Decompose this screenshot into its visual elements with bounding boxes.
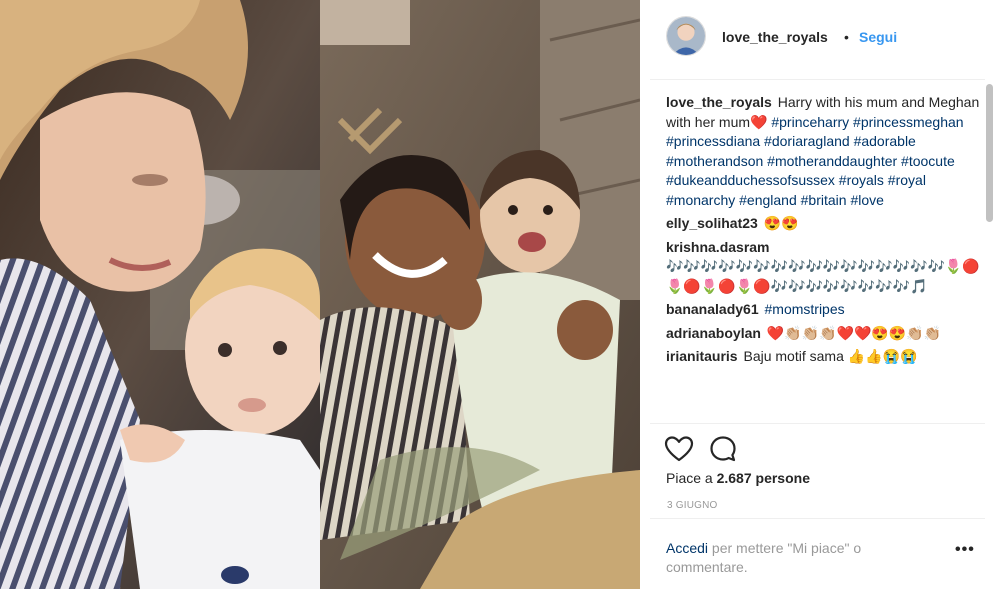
post-actions <box>650 423 985 473</box>
photo-diana-harry-image <box>0 0 320 589</box>
photo-diana-harry <box>0 0 320 589</box>
list-item: bananalady61 #momstripes <box>666 300 986 320</box>
photo-doria-meghan <box>320 0 640 589</box>
post-media[interactable] <box>0 0 640 589</box>
comments-scrollbar[interactable] <box>986 82 993 422</box>
login-prompt-text: Accedi per mettere "Mi piace" o commenta… <box>666 539 926 577</box>
comment-username[interactable]: adrianaboylan <box>666 325 761 341</box>
post-header: love_the_royals • Segui <box>650 0 985 80</box>
caption-username[interactable]: love_the_royals <box>666 94 772 110</box>
likes-count[interactable]: Piace a 2.687 persone <box>666 470 810 486</box>
login-prompt: Accedi per mettere "Mi piace" o commenta… <box>650 518 985 589</box>
scrollbar-thumb[interactable] <box>986 84 993 222</box>
likes-number[interactable]: 2.687 persone <box>717 470 810 486</box>
comments-list[interactable]: love_the_royals Harry with his mum and M… <box>666 93 986 423</box>
likes-label: Piace a <box>666 470 717 486</box>
comment-text: 🎶🎶🎶🎶🎶🎶🎶🎶🎶🎶🎶🎶🎶🎶🎶🎶🌷🔴🌷🔴🌷🔴🌷🔴🎶🎶🎶🎶🎶🎶🎶🎶🎵 <box>666 258 980 294</box>
follow-button[interactable]: Segui <box>859 29 897 45</box>
comment-username[interactable]: krishna.dasram <box>666 239 770 255</box>
header-separator: • <box>844 29 849 45</box>
speech-bubble-icon <box>710 436 736 462</box>
heart-outline-icon <box>664 436 694 462</box>
avatar-image <box>667 17 705 55</box>
comment-text: ❤️👏🏼👏🏼👏🏼❤️❤️😍😍👏🏼👏🏼 <box>766 324 942 341</box>
comment-username[interactable]: irianitauris <box>666 348 738 364</box>
list-item: krishna.dasram 🎶🎶🎶🎶🎶🎶🎶🎶🎶🎶🎶🎶🎶🎶🎶🎶🌷🔴🌷🔴🌷🔴🌷🔴🎶… <box>666 238 986 297</box>
post-date: 3 GIUGNO <box>667 500 718 511</box>
avatar[interactable] <box>666 16 706 56</box>
comment-username[interactable]: bananalady61 <box>666 301 759 317</box>
comment-button[interactable] <box>708 434 738 464</box>
comment-username[interactable]: elly_solihat23 <box>666 215 758 231</box>
list-item: irianitauris Baju motif sama 👍👍😭😭 <box>666 347 986 367</box>
login-link[interactable]: Accedi <box>666 540 708 556</box>
more-options-button[interactable]: ••• <box>955 541 975 559</box>
list-item: elly_solihat23 😍😍 <box>666 214 986 234</box>
comment-text: 😍😍 <box>763 215 799 231</box>
like-button[interactable] <box>664 434 694 464</box>
caption: love_the_royals Harry with his mum and M… <box>666 93 986 210</box>
comment-hashtag[interactable]: #momstripes <box>765 301 845 317</box>
photo-doria-meghan-image <box>320 0 640 589</box>
post-author-username[interactable]: love_the_royals <box>722 29 828 45</box>
list-item: adrianaboylan ❤️👏🏼👏🏼👏🏼❤️❤️😍😍👏🏼👏🏼 <box>666 324 986 344</box>
post-side-panel: love_the_royals • Segui love_the_royals … <box>640 0 1000 589</box>
comment-text: Baju motif sama 👍👍😭😭 <box>743 348 918 364</box>
